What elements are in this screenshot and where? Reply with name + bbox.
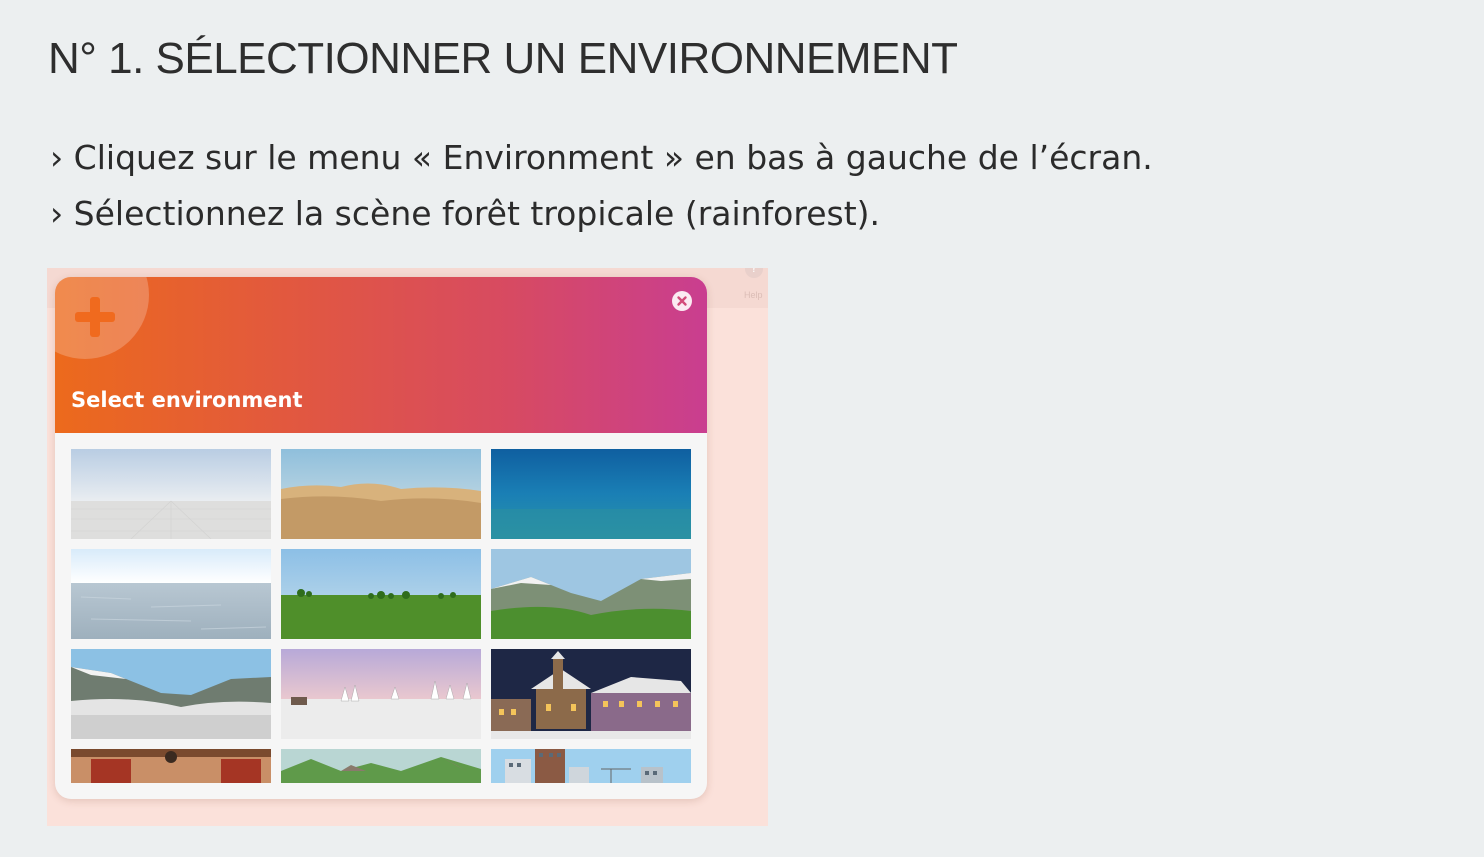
- page-title: N° 1. SÉLECTIONNER UN ENVIRONNEMENT: [48, 34, 958, 83]
- environment-menu-screenshot: ? Help Select environment: [47, 268, 768, 826]
- environment-tile-indoor-room[interactable]: [71, 749, 271, 783]
- close-icon: [677, 296, 687, 306]
- environment-tile-desert[interactable]: [281, 449, 481, 539]
- background-help-button[interactable]: ? Help: [744, 268, 766, 302]
- instruction-step-1: › Cliquez sur le menu « Environment » en…: [50, 138, 1153, 177]
- frozen-sea-scene-image: [71, 549, 271, 639]
- environment-tile-grass-field[interactable]: [281, 549, 481, 639]
- modal-title: Select environment: [71, 388, 303, 412]
- snowy-village-night-scene-image: [491, 649, 691, 739]
- environment-tile-winter-forest[interactable]: [281, 649, 481, 739]
- snowy-valley-scene-image: [71, 649, 271, 739]
- winter-forest-scene-image: [281, 649, 481, 739]
- city-scene-image: [491, 749, 691, 783]
- mountain-valley-scene-image: [491, 549, 691, 639]
- plus-icon: [73, 295, 117, 339]
- environment-grid: [55, 433, 707, 783]
- environment-tile-rocky-hills[interactable]: [281, 749, 481, 783]
- close-button[interactable]: [672, 291, 692, 311]
- empty-grid-scene-image: [71, 449, 271, 539]
- add-badge: [55, 277, 149, 359]
- environment-tile-snowy-village-night[interactable]: [491, 649, 691, 739]
- environment-tile-empty-grid[interactable]: [71, 449, 271, 539]
- background-help-label: Help: [744, 290, 763, 300]
- environment-tile-frozen-sea[interactable]: [71, 549, 271, 639]
- instructions: › Cliquez sur le menu « Environment » en…: [50, 130, 1153, 242]
- grass-field-scene-image: [281, 549, 481, 639]
- underwater-scene-image: [491, 449, 691, 539]
- help-icon: ?: [745, 268, 763, 278]
- indoor-room-scene-image: [71, 749, 271, 783]
- select-environment-modal: Select environment: [55, 277, 707, 799]
- desert-scene-image: [281, 449, 481, 539]
- environment-tile-snowy-valley[interactable]: [71, 649, 271, 739]
- modal-header: Select environment: [55, 277, 707, 433]
- environment-tile-mountain-valley[interactable]: [491, 549, 691, 639]
- environment-tile-city[interactable]: [491, 749, 691, 783]
- instruction-step-2: › Sélectionnez la scène forêt tropicale …: [50, 194, 881, 233]
- environment-tile-underwater[interactable]: [491, 449, 691, 539]
- rocky-hills-scene-image: [281, 749, 481, 783]
